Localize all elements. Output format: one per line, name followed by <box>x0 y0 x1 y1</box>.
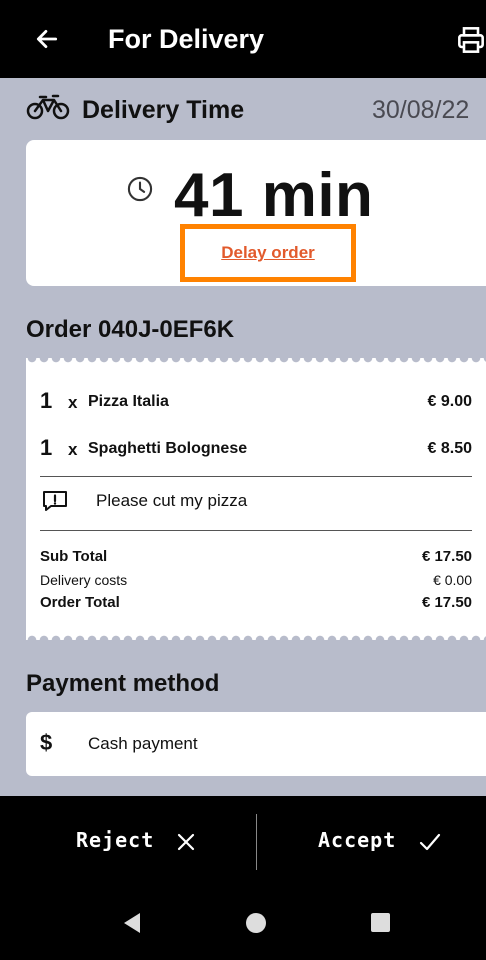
delay-order-link[interactable]: Delay order <box>185 243 351 263</box>
nav-back-icon[interactable] <box>122 912 142 934</box>
order-total-label: Order Total <box>40 594 120 611</box>
item-multiplier: x <box>68 440 78 459</box>
delivery-time-row: Delivery Time 30/08/22 <box>0 78 486 138</box>
app-header: For Delivery <box>0 0 486 78</box>
item-name: Spaghetti Bolognese <box>88 440 248 457</box>
item-price: € 9.00 <box>427 393 472 410</box>
item-quantity: 1 <box>40 435 53 460</box>
order-title: Order 040J-0EF6K <box>26 316 235 343</box>
delivery-date: 30/08/22 <box>372 96 470 124</box>
accept-button[interactable]: Accept <box>318 828 441 852</box>
arrow-left-icon[interactable] <box>34 26 60 52</box>
item-name: Pizza Italia <box>88 393 169 410</box>
payment-method-value: Cash payment <box>88 734 198 753</box>
reject-button[interactable]: Reject <box>76 828 195 852</box>
comment-alert-icon <box>43 491 67 511</box>
page-title: For Delivery <box>108 24 265 54</box>
delivery-time-label: Delivery Time <box>82 96 245 124</box>
item-price: € 8.50 <box>427 440 472 457</box>
delivery-time-value: 41 min <box>174 161 374 230</box>
list-item: 1 x Pizza Italia € 9.00 <box>40 388 472 418</box>
delay-order-highlight: Delay order <box>180 224 356 282</box>
system-navbar <box>0 886 486 960</box>
order-total-value: € 17.50 <box>421 594 472 611</box>
divider <box>40 476 472 477</box>
item-multiplier: x <box>68 393 78 412</box>
action-bar: Reject Accept <box>0 796 486 886</box>
action-divider <box>256 814 257 870</box>
clock-icon <box>127 176 153 202</box>
order-receipt: 1 x Pizza Italia € 9.00 1 x Spaghetti Bo… <box>26 358 486 640</box>
printer-icon[interactable] <box>456 26 486 54</box>
payment-method-card: $ Cash payment <box>26 712 486 776</box>
payment-method-title: Payment method <box>26 670 220 697</box>
delivery-time-card: 41 min Delay order <box>26 140 486 286</box>
accept-label: Accept <box>318 828 397 852</box>
reject-label: Reject <box>76 828 155 852</box>
divider <box>40 530 472 531</box>
list-item: 1 x Spaghetti Bolognese € 8.50 <box>40 435 472 465</box>
item-quantity: 1 <box>40 388 53 413</box>
order-note: Please cut my pizza <box>96 491 248 510</box>
delivery-costs-value: € 0.00 <box>433 572 472 588</box>
subtotal-label: Sub Total <box>40 548 108 565</box>
close-icon <box>178 833 195 850</box>
delivery-costs-label: Delivery costs <box>40 572 128 588</box>
check-icon <box>420 833 441 850</box>
nav-recents-icon[interactable] <box>371 913 390 932</box>
bicycle-icon <box>26 94 70 120</box>
dollar-icon: $ <box>40 730 53 755</box>
nav-home-icon[interactable] <box>246 913 266 933</box>
subtotal-value: € 17.50 <box>421 548 472 565</box>
